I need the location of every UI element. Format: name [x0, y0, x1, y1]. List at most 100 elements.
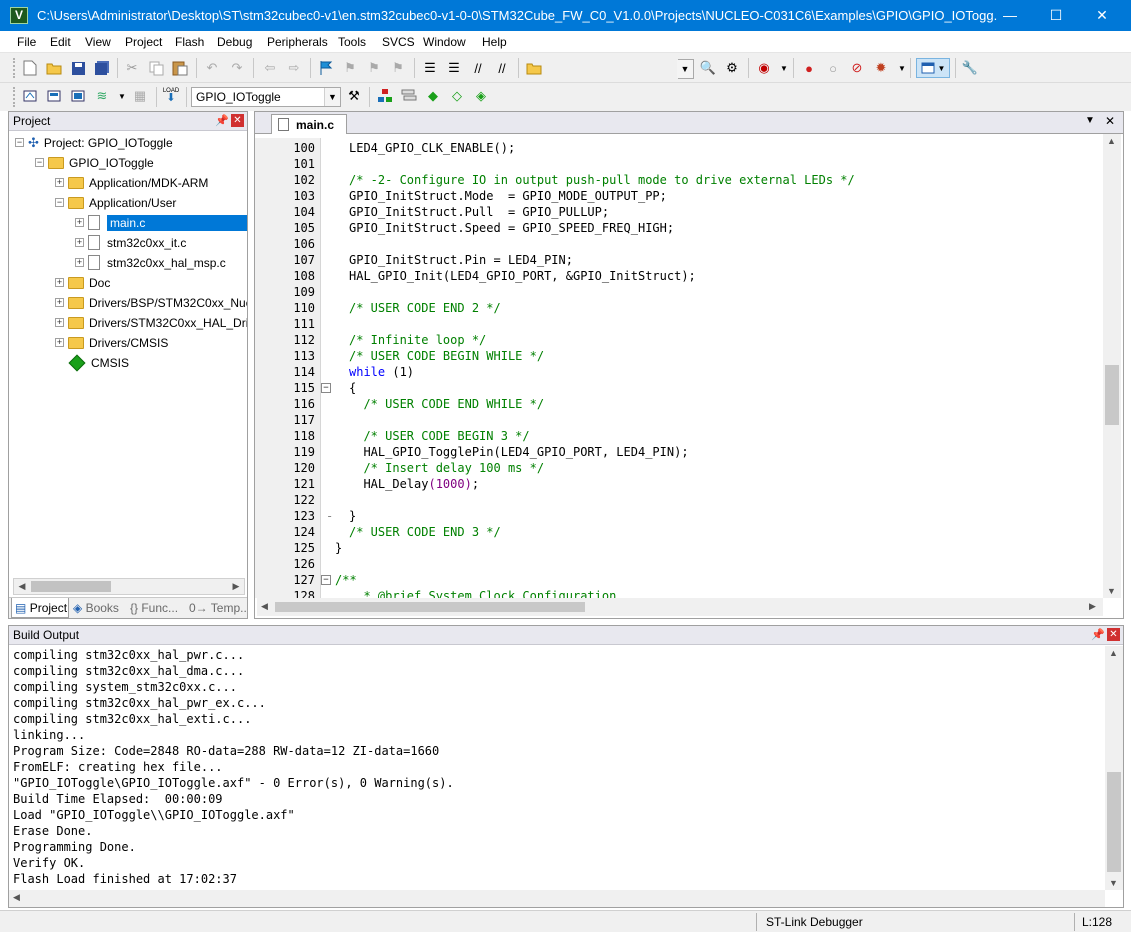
tree-item-group[interactable]: + Drivers/BSP/STM32C0xx_Nucleo [55, 293, 247, 312]
configure-icon[interactable]: 🔧 [961, 59, 979, 77]
expand-icon[interactable]: + [75, 238, 84, 247]
tree-horizontal-scrollbar[interactable]: ◀ ▶ [13, 578, 245, 595]
debug-dropdown-icon[interactable]: ▼ [775, 59, 793, 77]
pack-installer-icon[interactable]: ◆ [424, 87, 442, 105]
batch-dropdown-icon[interactable]: ▼ [113, 87, 131, 105]
build-output-vertical-scrollbar[interactable]: ▲ ▼ [1105, 646, 1123, 890]
find-combo-dropdown[interactable]: ▼ [677, 59, 694, 79]
expand-icon[interactable]: + [55, 318, 64, 327]
toolbar-grip[interactable] [13, 58, 17, 78]
rebuild-icon[interactable] [69, 87, 87, 105]
copy-icon[interactable] [147, 59, 165, 77]
breakpoint-dropdown-icon[interactable]: ▼ [893, 59, 911, 77]
collapse-icon[interactable]: − [35, 158, 44, 167]
scrollbar-thumb[interactable] [1105, 365, 1119, 425]
tree-item-file[interactable]: + main.c [75, 213, 247, 232]
scrollbar-thumb[interactable] [275, 602, 585, 612]
scroll-left-icon[interactable]: ◀ [14, 579, 30, 594]
tree-item-group[interactable]: − Application/User [55, 193, 176, 212]
fold-collapse-icon[interactable]: − [321, 575, 331, 585]
next-bookmark-icon[interactable]: ⚑ [365, 59, 383, 77]
menu-window[interactable]: Window [423, 35, 466, 49]
menu-svcs[interactable]: SVCS [382, 35, 415, 49]
file-extensions-icon[interactable] [376, 87, 394, 105]
uvision-app-icon[interactable]: V [10, 7, 28, 24]
scroll-up-icon[interactable]: ▲ [1109, 648, 1118, 658]
navigate-forward-icon[interactable]: ⇨ [285, 59, 303, 77]
insert-bookmark-icon[interactable] [317, 59, 335, 77]
find-in-files-icon[interactable] [525, 59, 543, 77]
unindent-icon[interactable]: ☰ [445, 59, 463, 77]
expand-icon[interactable]: + [55, 338, 64, 347]
batch-build-icon[interactable]: ≋ [93, 87, 111, 105]
stop-build-icon[interactable]: ▦ [131, 87, 149, 105]
undo-icon[interactable]: ↶ [203, 59, 221, 77]
close-button[interactable]: ✕ [1079, 0, 1125, 31]
redo-icon[interactable]: ↷ [228, 59, 246, 77]
scroll-left-icon[interactable]: ◀ [13, 892, 20, 903]
close-tab-icon[interactable]: ✕ [1105, 114, 1115, 128]
tab-project[interactable]: ▤ Project [11, 598, 69, 618]
debug-session-icon[interactable]: ◉ [755, 59, 773, 77]
incremental-find-icon[interactable]: ⚙ [723, 59, 741, 77]
expand-icon[interactable]: + [55, 278, 64, 287]
scroll-right-icon[interactable]: ▶ [1089, 601, 1096, 612]
manage-project-items-icon[interactable] [400, 87, 418, 105]
menu-debug[interactable]: Debug [217, 35, 252, 49]
window-layout-icon[interactable]: ▼ [916, 58, 950, 78]
scroll-right-icon[interactable]: ▶ [228, 579, 244, 594]
chevron-down-icon[interactable]: ▼ [324, 88, 340, 106]
tab-list-dropdown-icon[interactable]: ▼ [1085, 115, 1095, 126]
expand-icon[interactable]: + [75, 258, 84, 267]
tree-item-component[interactable]: CMSIS [68, 353, 129, 372]
menu-flash[interactable]: Flash [175, 35, 204, 49]
translate-icon[interactable] [21, 87, 39, 105]
tree-item-group[interactable]: + Application/MDK-ARM [55, 173, 208, 192]
collapse-icon[interactable]: − [55, 198, 64, 207]
save-icon[interactable] [69, 59, 87, 77]
cut-icon[interactable]: ✂ [123, 59, 141, 77]
insert-breakpoint-icon[interactable]: ● [800, 59, 818, 77]
navigate-back-icon[interactable]: ⇦ [261, 59, 279, 77]
pin-icon[interactable]: 📌 [1091, 628, 1105, 641]
scroll-up-icon[interactable]: ▲ [1107, 136, 1116, 146]
enable-breakpoint-icon[interactable]: ○ [824, 59, 842, 77]
new-file-icon[interactable] [21, 59, 39, 77]
scroll-left-icon[interactable]: ◀ [261, 601, 268, 612]
comment-selection-icon[interactable]: // [469, 59, 487, 77]
uncomment-selection-icon[interactable]: // [493, 59, 511, 77]
indent-icon[interactable]: ☰ [421, 59, 439, 77]
collapse-icon[interactable]: − [15, 138, 24, 147]
tab-functions[interactable]: {} Func... [127, 598, 185, 618]
tree-item-file[interactable]: + stm32c0xx_it.c [75, 233, 186, 252]
manage-run-time-environment-icon[interactable]: ◈ [472, 87, 490, 105]
open-folder-icon[interactable] [45, 59, 63, 77]
menu-tools[interactable]: Tools [338, 35, 366, 49]
scrollbar-thumb[interactable] [31, 581, 111, 592]
tree-item-target[interactable]: − GPIO_IOToggle [35, 153, 154, 172]
menu-peripherals[interactable]: Peripherals [267, 35, 328, 49]
fold-collapse-icon[interactable]: − [321, 383, 331, 393]
expand-icon[interactable]: + [75, 218, 84, 227]
close-pane-icon[interactable]: ✕ [1107, 628, 1120, 641]
menu-help[interactable]: Help [482, 35, 507, 49]
target-select[interactable]: GPIO_IOToggle ▼ [191, 87, 341, 107]
kill-all-breakpoints-icon[interactable]: ✹ [872, 59, 890, 77]
tree-item-group[interactable]: + Drivers/CMSIS [55, 333, 168, 352]
build-icon[interactable] [45, 87, 63, 105]
toolbar-grip[interactable] [13, 87, 17, 107]
expand-icon[interactable]: + [55, 178, 64, 187]
maximize-button[interactable]: ☐ [1033, 0, 1079, 31]
close-pane-icon[interactable]: ✕ [231, 114, 244, 127]
tab-books[interactable]: ◈ Books [70, 598, 125, 618]
editor-vertical-scrollbar[interactable]: ▲ ▼ [1103, 134, 1121, 598]
tab-main-c[interactable]: main.c [271, 114, 347, 134]
scroll-down-icon[interactable]: ▼ [1107, 586, 1116, 596]
menu-edit[interactable]: Edit [50, 35, 71, 49]
build-output-horizontal-scrollbar[interactable]: ◀ [9, 890, 1105, 907]
minimize-button[interactable]: — [987, 0, 1033, 31]
previous-bookmark-icon[interactable]: ⚑ [341, 59, 359, 77]
code-editor[interactable]: 100 LED4_GPIO_CLK_ENABLE(); 101 102 /* -2- C… [255, 138, 1103, 598]
find-icon[interactable]: 🔍 [699, 59, 717, 77]
target-options-icon[interactable]: ⚒ [345, 87, 363, 105]
